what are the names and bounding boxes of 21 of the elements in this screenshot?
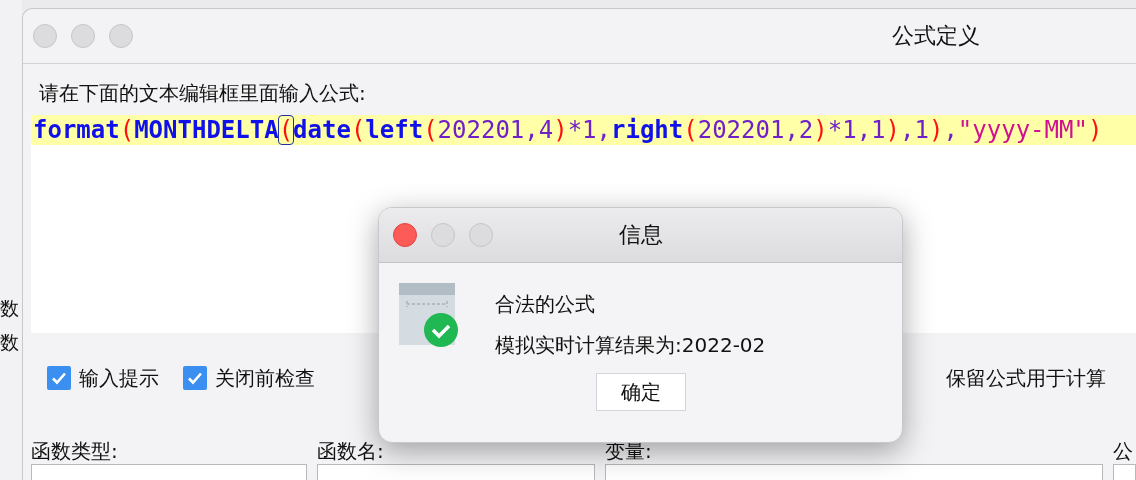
dialog-heading: 合法的公式 bbox=[495, 291, 596, 318]
window-control-button[interactable] bbox=[33, 24, 57, 48]
window-control-button[interactable] bbox=[109, 24, 133, 48]
option-checkbox[interactable]: 关闭前检查 bbox=[183, 364, 315, 392]
window-control-button[interactable] bbox=[469, 223, 493, 247]
field-label: 公 bbox=[1113, 440, 1134, 462]
window-control-button[interactable] bbox=[71, 24, 95, 48]
option-checkbox[interactable]: 输入提示 bbox=[47, 364, 159, 392]
valid-formula-icon bbox=[399, 283, 459, 347]
dialog-title: 信息 bbox=[618, 222, 663, 247]
result-text: 模拟实时计算结果为:2022-02 bbox=[495, 332, 766, 359]
cut-label: 数 bbox=[0, 296, 20, 321]
close-button[interactable] bbox=[393, 223, 417, 247]
field-label: 函数名: bbox=[317, 440, 385, 462]
option-label: 保留公式用于计算 bbox=[946, 364, 1106, 392]
ok-button[interactable]: 确定 bbox=[595, 373, 686, 411]
instruction-text: 请在下面的文本编辑框里面输入公式: bbox=[39, 80, 367, 107]
window-title: 公式定义 bbox=[892, 22, 980, 50]
field-label: 函数类型: bbox=[31, 440, 119, 462]
window-control-button[interactable] bbox=[431, 223, 455, 247]
cut-label: 数 bbox=[0, 330, 20, 355]
